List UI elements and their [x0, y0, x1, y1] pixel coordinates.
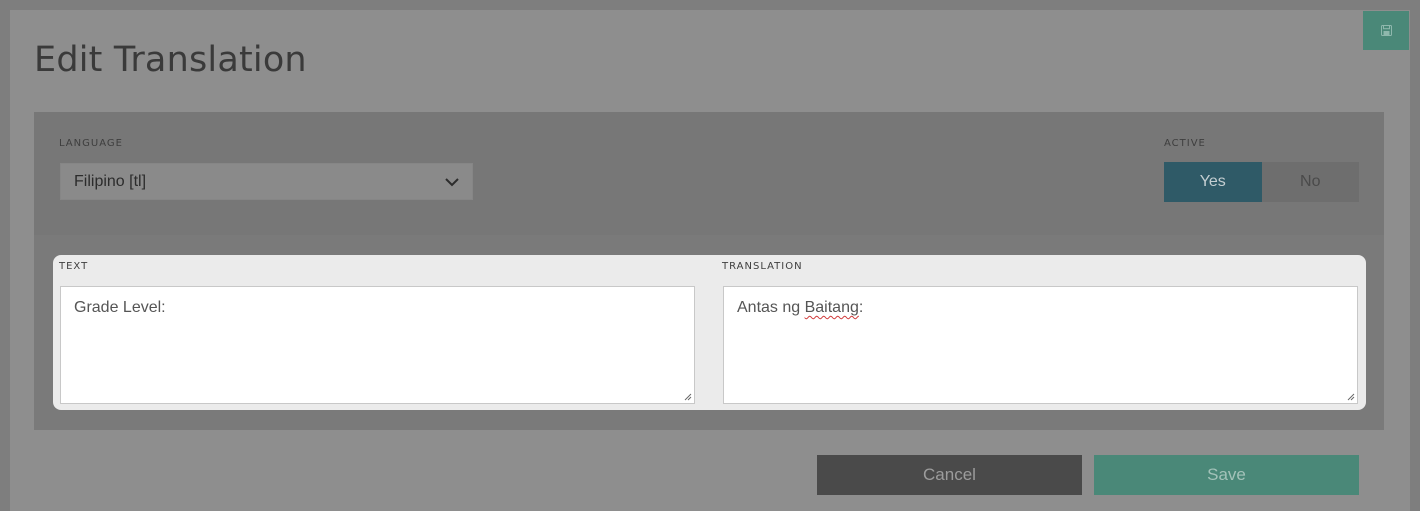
source-text-value: Grade Level:: [74, 299, 166, 316]
modal-overlay: Edit Translation LANGUAGE Filipino [tl] …: [0, 0, 1420, 511]
language-select-value: Filipino [tl]: [74, 172, 147, 190]
save-button[interactable]: Save: [1094, 455, 1359, 495]
chevron-down-icon: [445, 178, 459, 187]
floppy-disk-icon: [1380, 25, 1392, 36]
source-text-field[interactable]: Grade Level:: [60, 286, 695, 404]
text-label: TEXT: [59, 261, 89, 272]
active-yes-option[interactable]: Yes: [1164, 162, 1262, 202]
active-no-option[interactable]: No: [1261, 162, 1359, 202]
cancel-button[interactable]: Cancel: [817, 455, 1082, 495]
translation-suffix: :: [858, 299, 864, 316]
page-title: Edit Translation: [34, 40, 307, 80]
active-label: ACTIVE: [1164, 138, 1206, 149]
resize-grip-icon[interactable]: [684, 393, 692, 401]
active-toggle: Yes No: [1164, 162, 1359, 202]
language-select[interactable]: Filipino [tl]: [60, 163, 473, 200]
translation-label: TRANSLATION: [722, 261, 803, 272]
resize-grip-icon[interactable]: [1347, 393, 1355, 401]
translation-value: Antas ng Baitang:: [737, 299, 863, 316]
translation-prefix: Antas ng: [737, 299, 805, 316]
save-icon-button[interactable]: [1363, 11, 1409, 50]
misspelled-word: Baitang: [804, 299, 859, 316]
language-label: LANGUAGE: [59, 138, 123, 149]
translation-text-field[interactable]: Antas ng Baitang:: [723, 286, 1358, 404]
